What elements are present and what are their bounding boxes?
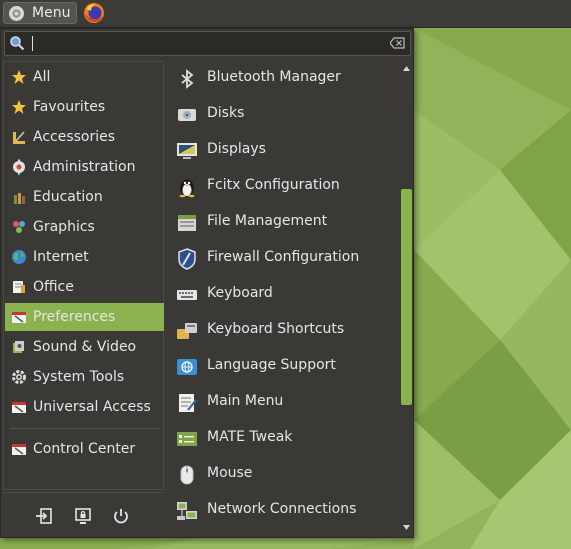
category-education[interactable]: Education (5, 183, 164, 211)
category-accessories[interactable]: Accessories (5, 123, 164, 151)
scrollbar-thumb[interactable] (401, 189, 412, 405)
bluetooth-icon (181, 69, 194, 89)
star-icon (12, 100, 26, 114)
administration-icon (13, 159, 25, 175)
application-menu: All Favourites Accessories Administratio… (0, 28, 414, 538)
menu-button-label: Menu (32, 5, 71, 21)
file-management-icon (178, 215, 196, 231)
app-fcitx-configuration[interactable]: Fcitx Configuration (167, 169, 399, 203)
firefox-icon[interactable] (83, 2, 105, 24)
category-office[interactable]: Office (5, 273, 164, 301)
application-list: Bluetooth Manager Disks Displays Fcitx C… (167, 61, 399, 535)
keyboard-icon (177, 290, 197, 300)
search-input[interactable] (32, 34, 386, 54)
app-language-support[interactable]: Language Support (167, 349, 399, 383)
app-network-connections[interactable]: Network Connections (167, 493, 399, 527)
category-divider (10, 428, 160, 429)
language-icon (177, 359, 197, 375)
globe-icon (12, 250, 26, 264)
education-icon (14, 193, 25, 204)
category-system-tools[interactable]: System Tools (5, 363, 164, 391)
gear-icon (12, 370, 26, 384)
category-favourites[interactable]: Favourites (5, 93, 164, 121)
network-icon (177, 502, 197, 520)
office-icon (13, 281, 25, 293)
universal-access-icon (12, 402, 26, 413)
category-all[interactable]: All (5, 63, 164, 91)
displays-icon (177, 143, 197, 159)
app-bluetooth-manager[interactable]: Bluetooth Manager (167, 61, 399, 95)
star-icon (12, 70, 26, 84)
graphics-icon (13, 221, 25, 233)
category-internet[interactable]: Internet (5, 243, 164, 271)
app-main-menu[interactable]: Main Menu (167, 385, 399, 419)
shield-icon (178, 248, 196, 270)
app-displays[interactable]: Displays (167, 133, 399, 167)
top-panel: Menu (0, 0, 571, 28)
menu-button[interactable]: Menu (3, 2, 77, 24)
keyboard-shortcuts-icon (177, 323, 197, 339)
app-keyboard-shortcuts[interactable]: Keyboard Shortcuts (167, 313, 399, 347)
clear-search-icon[interactable] (390, 37, 405, 49)
app-mouse[interactable]: Mouse (167, 457, 399, 491)
accessories-icon (13, 131, 25, 144)
preferences-icon (12, 312, 26, 323)
lock-screen-icon[interactable] (74, 507, 92, 525)
app-keyboard[interactable]: Keyboard (167, 277, 399, 311)
sound-video-icon (13, 341, 24, 353)
power-icon[interactable] (112, 507, 130, 525)
logout-icon[interactable] (35, 507, 53, 525)
main-menu-icon (179, 394, 197, 412)
category-list: All Favourites Accessories Administratio… (3, 61, 164, 490)
category-administration[interactable]: Administration (5, 153, 164, 181)
mate-logo-icon (9, 6, 24, 21)
session-actions-bar (3, 492, 164, 537)
mate-tweak-icon (177, 432, 197, 446)
penguin-icon (179, 179, 195, 198)
control-center-icon (12, 444, 26, 455)
search-icon (10, 36, 25, 51)
mouse-icon (180, 465, 194, 485)
app-firewall-configuration[interactable]: Firewall Configuration (167, 241, 399, 275)
app-disks[interactable]: Disks (167, 97, 399, 131)
search-box[interactable] (4, 31, 411, 56)
category-universal-access[interactable]: Universal Access (5, 393, 164, 421)
disks-icon (178, 109, 196, 121)
scroll-down-arrow-icon[interactable] (402, 523, 411, 531)
application-list-scrollbar[interactable] (400, 61, 413, 535)
category-graphics[interactable]: Graphics (5, 213, 164, 241)
category-preferences[interactable]: Preferences (5, 303, 164, 331)
text-cursor (32, 36, 33, 51)
scroll-up-arrow-icon[interactable] (402, 65, 411, 73)
category-control-center[interactable]: Control Center (5, 435, 164, 463)
app-file-management[interactable]: File Management (167, 205, 399, 239)
app-mate-tweak[interactable]: MATE Tweak (167, 421, 399, 455)
category-sound-video[interactable]: Sound & Video (5, 333, 164, 361)
